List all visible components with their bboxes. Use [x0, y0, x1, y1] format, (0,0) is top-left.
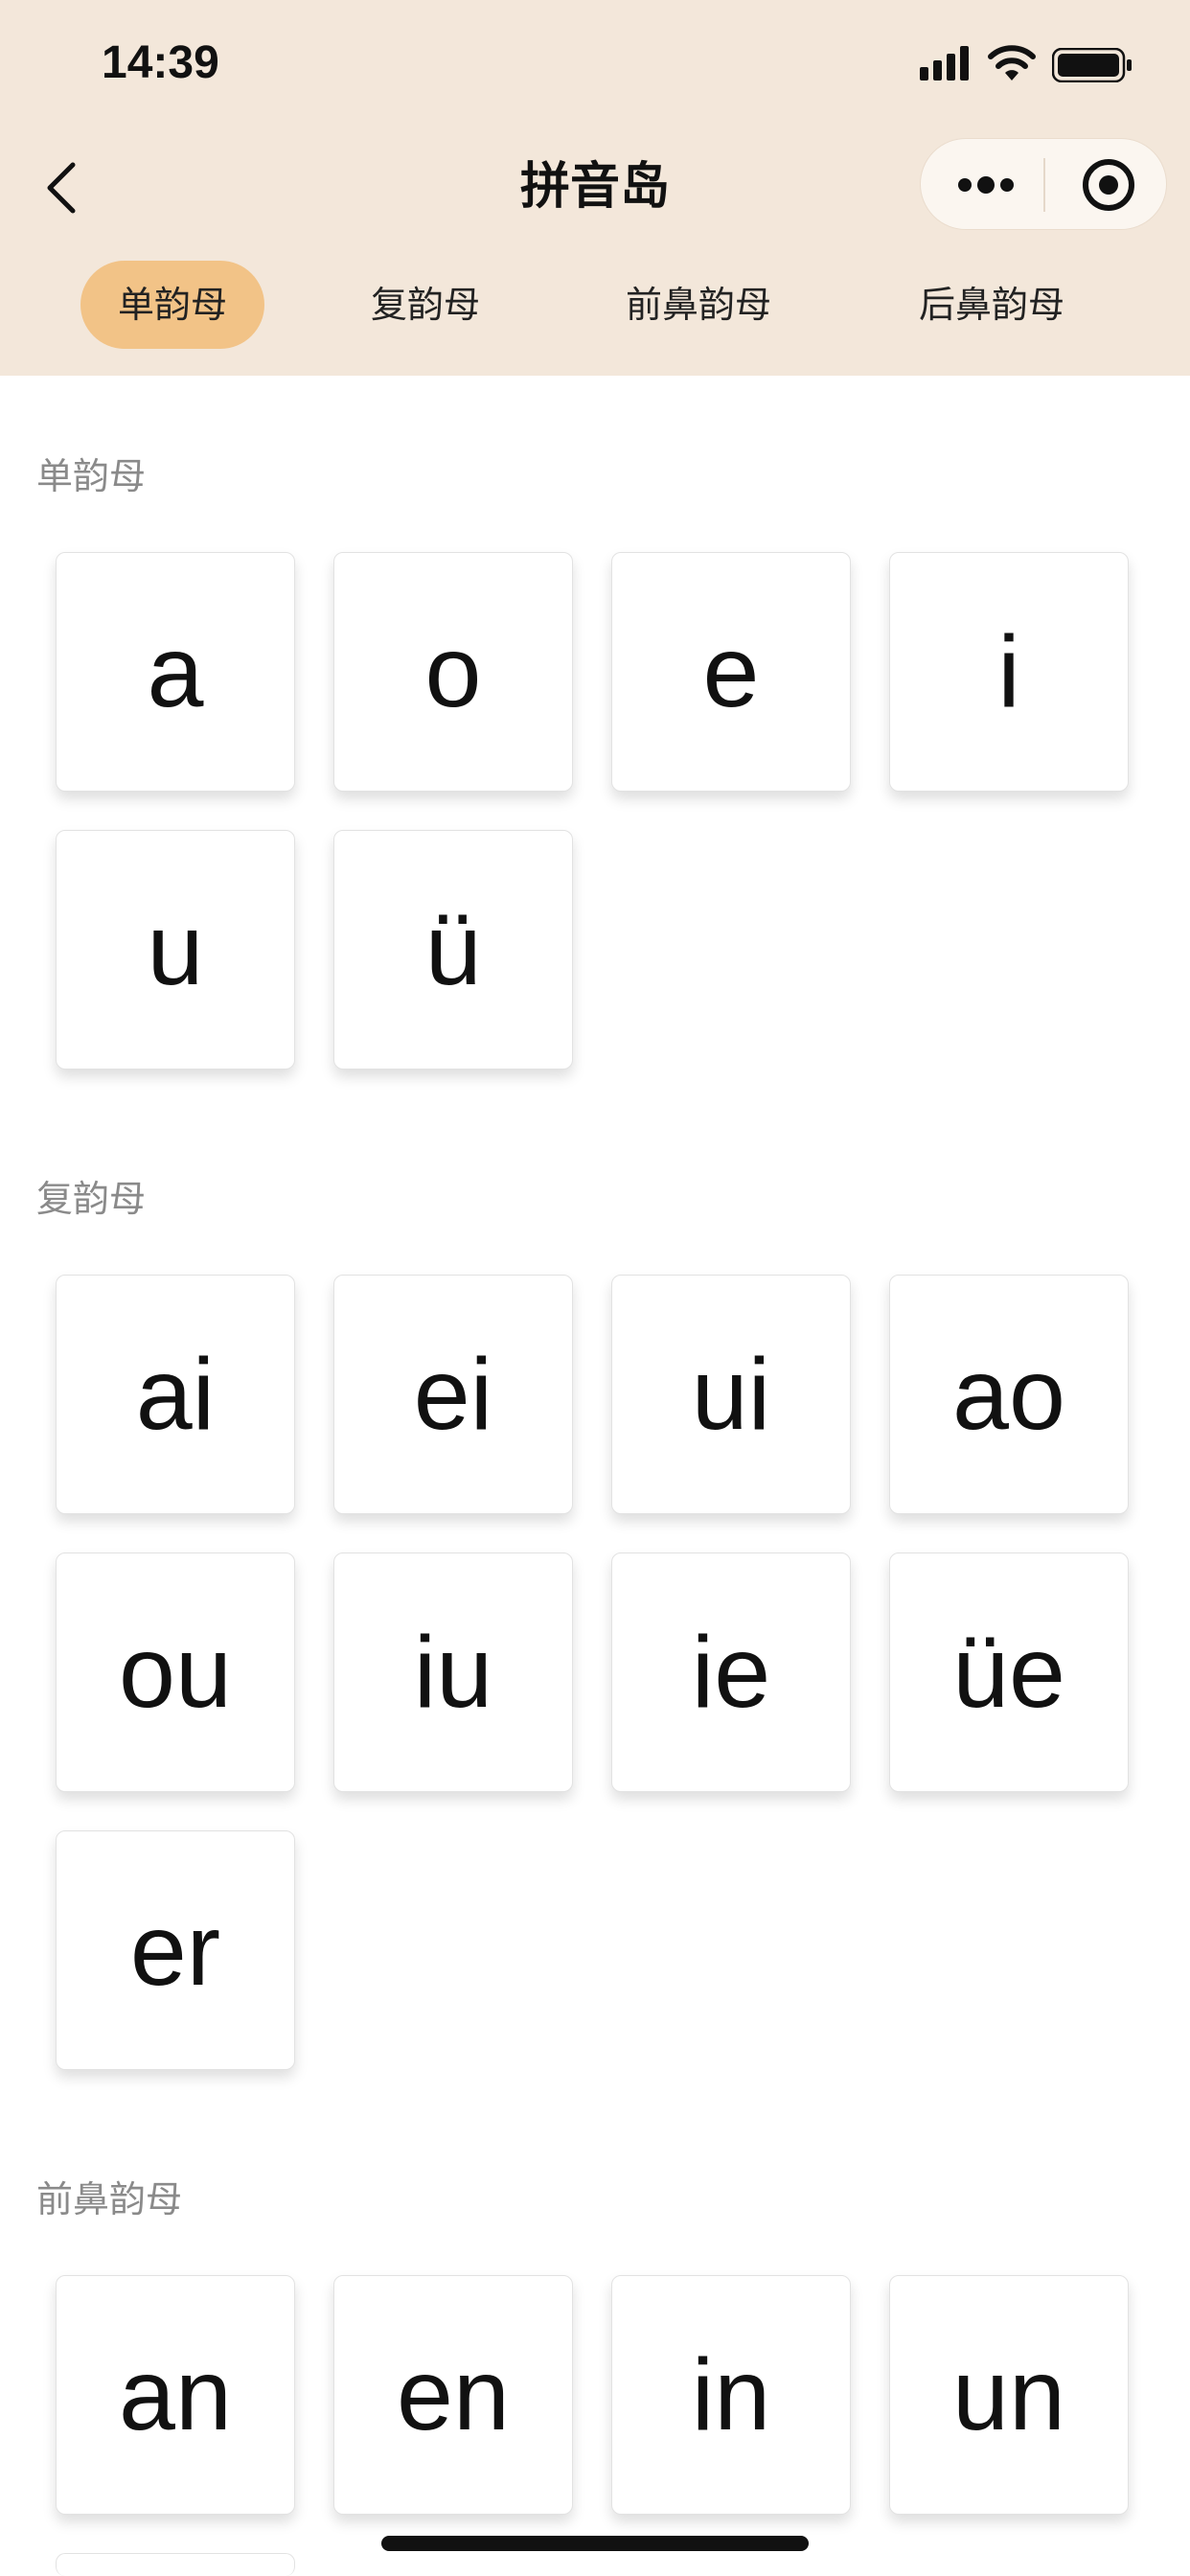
pinyin-card[interactable]: un	[889, 2275, 1129, 2515]
section-title-front-nasal-finals: 前鼻韵母	[36, 2178, 183, 2220]
pinyin-card[interactable]: in	[611, 2275, 851, 2515]
pinyin-card[interactable]: e	[611, 552, 851, 792]
battery-icon	[1052, 48, 1132, 82]
pinyin-card[interactable]: ie	[611, 1552, 851, 1792]
tab-compound-finals[interactable]: 复韵母	[335, 261, 515, 349]
mini-program-capsule	[920, 138, 1167, 230]
pinyin-card-partial[interactable]	[56, 2553, 295, 2576]
pinyin-card[interactable]: iu	[333, 1552, 573, 1792]
pinyin-card[interactable]: i	[889, 552, 1129, 792]
header: 14:39 拼音岛 单韵母 复韵母 前鼻韵母 后鼻韵母	[0, 0, 1190, 376]
section-title-single-finals: 单韵母	[36, 455, 147, 497]
more-icon[interactable]	[957, 168, 1015, 202]
tab-front-nasal-finals[interactable]: 前鼻韵母	[598, 261, 799, 349]
pinyin-card[interactable]: ai	[56, 1275, 295, 1514]
close-mini-program-icon[interactable]	[1080, 156, 1137, 214]
pinyin-card[interactable]: ou	[56, 1552, 295, 1792]
tab-single-finals[interactable]: 单韵母	[80, 261, 264, 349]
tab-back-nasal-finals[interactable]: 后鼻韵母	[891, 261, 1092, 349]
pinyin-card[interactable]: ei	[333, 1275, 573, 1514]
pinyin-card[interactable]: u	[56, 830, 295, 1070]
pinyin-card[interactable]: o	[333, 552, 573, 792]
pinyin-card[interactable]: a	[56, 552, 295, 792]
cellular-signal-icon	[920, 46, 969, 80]
capsule-divider	[1043, 158, 1045, 212]
pinyin-card[interactable]: ui	[611, 1275, 851, 1514]
pinyin-card[interactable]: er	[56, 1830, 295, 2070]
section-title-compound-finals: 复韵母	[36, 1178, 147, 1220]
pinyin-card[interactable]: ao	[889, 1275, 1129, 1514]
pinyin-card[interactable]: en	[333, 2275, 573, 2515]
category-tabs: 单韵母 复韵母 前鼻韵母 后鼻韵母	[0, 261, 1190, 353]
pinyin-card[interactable]: üe	[889, 1552, 1129, 1792]
pinyin-card[interactable]: an	[56, 2275, 295, 2515]
status-time: 14:39	[102, 37, 219, 88]
pinyin-card[interactable]: ü	[333, 830, 573, 1070]
home-indicator	[381, 2536, 809, 2551]
wifi-icon	[988, 45, 1036, 80]
